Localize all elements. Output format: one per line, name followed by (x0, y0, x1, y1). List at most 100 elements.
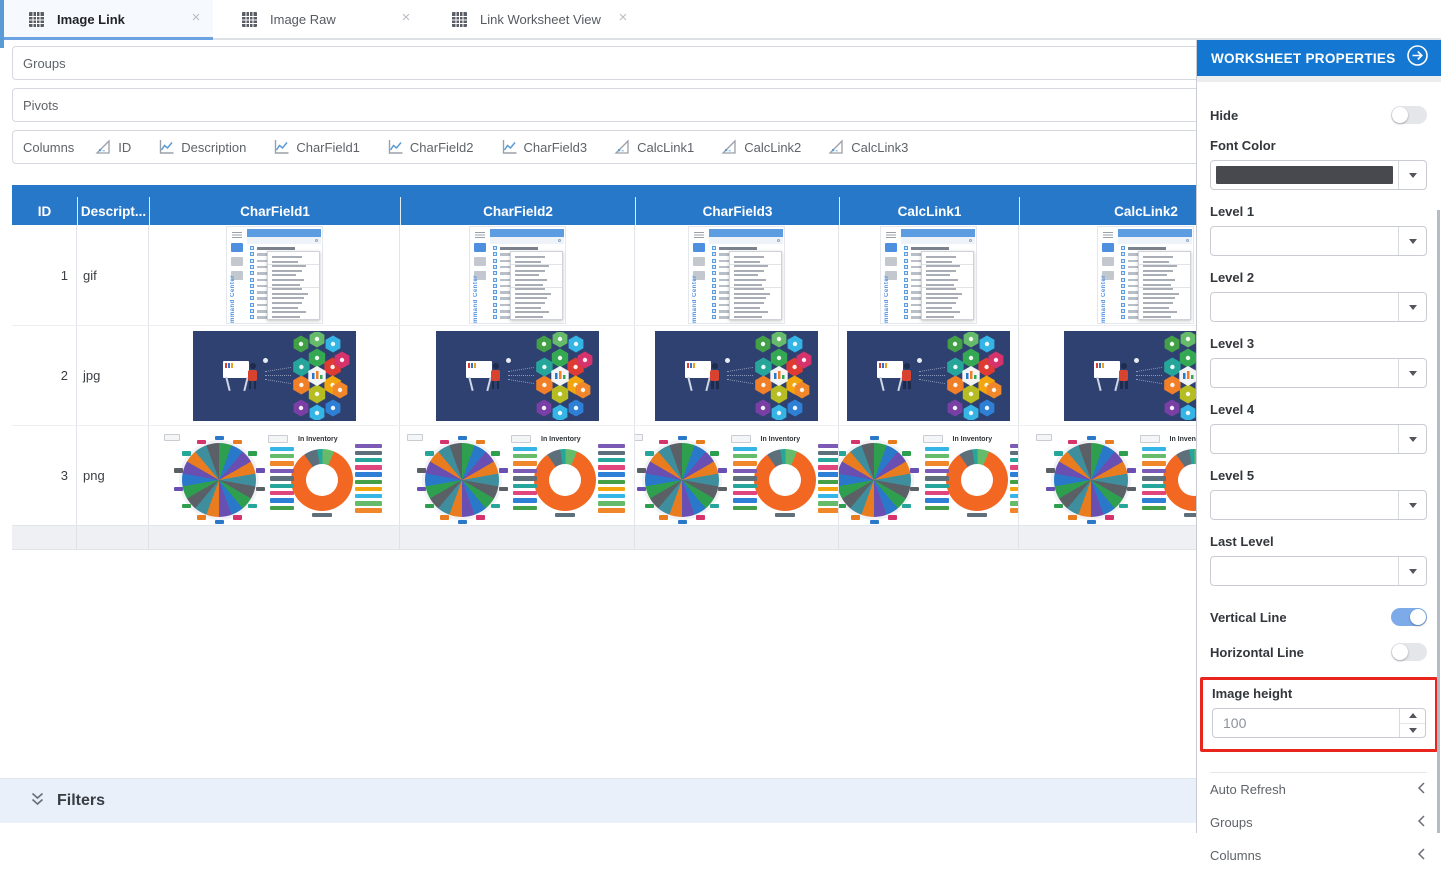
tree-checkbox (712, 303, 716, 307)
menu-item-text (272, 293, 308, 295)
table-row[interactable]: 2jpg (12, 325, 1272, 425)
filters-expand-icon[interactable] (30, 791, 45, 812)
pie-label-tag (491, 451, 500, 456)
donut-label-tag (925, 461, 949, 466)
last-level-dropdown-button[interactable] (1398, 557, 1426, 585)
menu-icon (694, 232, 704, 238)
level-3-dropdown-button[interactable] (1398, 359, 1426, 387)
menu-separator (511, 264, 562, 265)
triangle-ruler-icon (720, 138, 738, 156)
board-marker (471, 363, 473, 368)
tab-close-icon[interactable]: × (614, 9, 632, 27)
field-level-4: Level 4 (1210, 402, 1427, 454)
image-height-input[interactable]: 100 (1212, 708, 1426, 738)
menu-item-text (272, 256, 302, 258)
chevron-down-icon (1409, 503, 1417, 508)
collapse-panel-arrow-icon[interactable] (1406, 44, 1429, 72)
horizontal-line-toggle[interactable] (1391, 643, 1427, 661)
column-chip-description[interactable]: Description (157, 138, 246, 156)
column-header-charfield1[interactable]: CharField1 (149, 185, 400, 225)
hide-toggle[interactable] (1391, 106, 1427, 124)
image-height-label: Image height (1212, 686, 1426, 701)
font-color-dropdown-button[interactable] (1398, 161, 1426, 189)
section-groups[interactable]: Groups (1210, 806, 1427, 839)
font-color-select[interactable] (1210, 160, 1427, 190)
table-row[interactable]: 3pngIn InventoryIn InventoryIn Inventory… (12, 425, 1272, 525)
tree-checkbox (250, 259, 254, 263)
level-1-select[interactable] (1210, 226, 1427, 256)
column-chip-charfield3[interactable]: CharField3 (500, 138, 588, 156)
worksheet-grid-icon (241, 11, 258, 28)
pie-label-tag (256, 487, 265, 492)
tab-image-link[interactable]: Image Link× (0, 0, 213, 38)
pie-label-tag (1105, 440, 1114, 445)
tree-checkbox (712, 309, 716, 313)
spinner-up-button[interactable] (1400, 709, 1425, 724)
donut-label-tag (818, 472, 840, 477)
presenter-body (902, 370, 911, 381)
pie-label-tag (1127, 487, 1136, 492)
menu-item-text (926, 316, 954, 318)
line-chart-icon (272, 138, 290, 156)
level-2-dropdown-button[interactable] (1398, 293, 1426, 321)
level-5-select[interactable] (1210, 490, 1427, 520)
tree-checkbox (904, 315, 908, 319)
donut-label-tag (1142, 469, 1166, 474)
level-5-dropdown-button[interactable] (1398, 491, 1426, 519)
presenter-head (250, 363, 256, 369)
tab-close-icon[interactable]: × (397, 9, 415, 27)
donut-label-tag (513, 506, 537, 511)
column-header-descript[interactable]: Descript... (77, 185, 149, 225)
tree-checkbox (904, 303, 908, 307)
cell-charfield1 (149, 326, 400, 425)
pie-label-tag (182, 504, 191, 509)
level-4-select[interactable] (1210, 424, 1427, 454)
column-chip-calclink1[interactable]: CalcLink1 (613, 138, 694, 156)
donut-label-tag (818, 444, 840, 449)
table-row[interactable]: 1gifmmand Centermmand Centermmand Center… (12, 225, 1272, 325)
menu-item-text (1143, 270, 1173, 272)
tree-row-text (257, 247, 295, 250)
cell-image-wrap: In Inventory (158, 432, 390, 520)
donut-title: In Inventory (298, 436, 338, 443)
column-chip-charfield2[interactable]: CharField2 (386, 138, 474, 156)
section-auto-refresh[interactable]: Auto Refresh (1210, 773, 1427, 806)
tree-checkbox (1121, 246, 1125, 250)
level-4-dropdown-button[interactable] (1398, 425, 1426, 453)
column-header-charfield3[interactable]: CharField3 (635, 185, 839, 225)
tab-link-worksheet-view[interactable]: Link Worksheet View× (423, 0, 640, 38)
menu-item-text (1143, 265, 1177, 267)
presenter-body (491, 370, 500, 381)
section-columns[interactable]: Columns (1210, 839, 1427, 872)
column-header-calclink1[interactable]: CalcLink1 (839, 185, 1019, 225)
worksheet-grid-icon (28, 11, 45, 28)
tree-checkbox (904, 246, 908, 250)
donut-label-tag (270, 469, 294, 474)
level-1-dropdown-button[interactable] (1398, 227, 1426, 255)
donut-label-tag (1010, 472, 1020, 477)
tree-checkbox (250, 246, 254, 250)
spinner-down-button[interactable] (1400, 724, 1425, 738)
cell-charfield3 (635, 326, 839, 425)
column-chip-charfield1[interactable]: CharField1 (272, 138, 360, 156)
toggle-knob (1392, 644, 1408, 660)
vertical-line-toggle[interactable] (1391, 608, 1427, 626)
level-2-select[interactable] (1210, 292, 1427, 322)
presenter-leg (1120, 381, 1123, 389)
menu-separator (268, 287, 319, 288)
board-marker (1099, 363, 1101, 368)
tab-image-raw[interactable]: Image Raw× (213, 0, 423, 38)
sidebar-scrollbar[interactable] (1437, 210, 1440, 833)
easel-leg (687, 377, 692, 391)
chart-button (511, 435, 531, 443)
column-header-id[interactable]: ID (12, 185, 77, 225)
column-chip-calclink3[interactable]: CalcLink3 (827, 138, 908, 156)
last-level-select[interactable] (1210, 556, 1427, 586)
column-chip-id[interactable]: ID (94, 138, 131, 156)
column-header-charfield2[interactable]: CharField2 (400, 185, 635, 225)
board-marker (690, 363, 692, 368)
column-chip-calclink2[interactable]: CalcLink2 (720, 138, 801, 156)
level-3-select[interactable] (1210, 358, 1427, 388)
tab-close-icon[interactable]: × (187, 9, 205, 27)
donut-label-tag (1142, 498, 1166, 503)
